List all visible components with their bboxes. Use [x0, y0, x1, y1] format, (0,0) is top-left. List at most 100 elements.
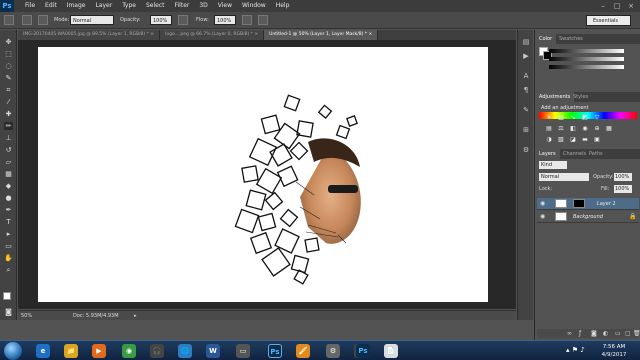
media-player-icon[interactable]: ▶	[92, 344, 106, 358]
posterize-icon[interactable]: ▧	[557, 136, 565, 143]
eye-icon[interactable]: ◉	[540, 200, 545, 207]
airbrush-icon[interactable]	[242, 15, 252, 25]
browser-icon[interactable]: 🌐	[178, 344, 192, 358]
layer-name[interactable]: Background	[573, 214, 603, 220]
delete-layer-icon[interactable]: 🗑	[633, 330, 640, 337]
blur-tool-icon[interactable]: ◆	[4, 182, 13, 190]
tray-icons[interactable]: ▴ ⚑ ♪	[566, 346, 585, 354]
threshold-icon[interactable]: ◪	[569, 136, 577, 143]
photoshop-taskbar-icon[interactable]: Ps	[268, 344, 282, 358]
brightness-contrast-icon[interactable]: ☀	[545, 114, 553, 121]
shape-tool-icon[interactable]: ▭	[4, 242, 13, 250]
lasso-tool-icon[interactable]: ◌	[4, 62, 13, 70]
chrome-icon[interactable]: ◉	[122, 344, 136, 358]
color-slider-b[interactable]	[549, 65, 624, 69]
character-panel-icon[interactable]: A	[521, 72, 531, 80]
clone-source-icon[interactable]: ⊞	[521, 126, 531, 134]
channel-mixer-icon[interactable]: ⊕	[593, 125, 601, 132]
close-icon[interactable]: ×	[254, 32, 258, 37]
eraser-tool-icon[interactable]: ▱	[4, 158, 13, 166]
gradient-tool-icon[interactable]: ▦	[4, 170, 13, 178]
quick-select-tool-icon[interactable]: ✎	[4, 74, 13, 82]
photo-filter-icon[interactable]: ◉	[581, 125, 589, 132]
window-app-icon[interactable]: ▭	[236, 344, 250, 358]
color-slider-g[interactable]	[549, 57, 624, 61]
clone-stamp-tool-icon[interactable]: ⊥	[4, 134, 13, 142]
paragraph-panel-icon[interactable]: ¶	[521, 86, 531, 94]
ie-icon[interactable]: e	[36, 344, 50, 358]
invert-icon[interactable]: ◑	[545, 136, 553, 143]
marquee-tool-icon[interactable]: ⬚	[4, 50, 13, 58]
menu-layer[interactable]: Layer	[90, 0, 117, 12]
gradient-map-icon[interactable]: ▬	[581, 136, 589, 143]
crop-tool-icon[interactable]: ⌗	[4, 86, 13, 94]
menu-type[interactable]: Type	[117, 0, 141, 12]
adjustment-layer-icon[interactable]: ◐	[603, 330, 608, 337]
selective-color-icon[interactable]: ▣	[593, 136, 601, 143]
menu-select[interactable]: Select	[141, 0, 170, 12]
tab-paths[interactable]: Paths	[585, 149, 607, 159]
doc-tab-untitled[interactable]: Untitled-1 @ 50% (Layer 1, Layer Mask/8)…	[264, 30, 379, 40]
hue-saturation-icon[interactable]: ▤	[545, 125, 553, 132]
color-slider-r[interactable]	[549, 49, 624, 53]
dodge-tool-icon[interactable]: ●	[4, 194, 13, 202]
menu-3d[interactable]: 3D	[194, 0, 212, 12]
exposure-icon[interactable]: ◩	[581, 114, 589, 121]
notepad-icon[interactable]: 📄	[384, 344, 398, 358]
system-clock[interactable]: 7:56 AM 4/9/2017	[594, 343, 634, 359]
mode-select[interactable]: Normal	[70, 15, 114, 25]
paint-app-icon[interactable]: 🖌	[296, 344, 310, 358]
add-mask-icon[interactable]: ◙	[591, 330, 597, 337]
close-icon[interactable]: ×	[368, 32, 372, 37]
tool-app-icon[interactable]: ⚙	[326, 344, 340, 358]
history-brush-tool-icon[interactable]: ↺	[4, 146, 13, 154]
brush-panel-icon[interactable]	[38, 15, 48, 25]
foreground-color-swatch[interactable]	[3, 292, 11, 300]
vibrance-icon[interactable]: ▽	[593, 114, 601, 121]
tab-color[interactable]: Color	[535, 34, 557, 44]
tab-styles[interactable]: Styles	[569, 92, 592, 102]
fx-icon[interactable]: ƒ	[579, 330, 581, 337]
layer-row-layer-1[interactable]: ◉ Layer 1	[537, 198, 639, 210]
fill-field[interactable]: 100%	[614, 185, 632, 193]
close-button[interactable]: ×	[624, 0, 638, 12]
tab-layers[interactable]: Layers	[535, 149, 560, 159]
opacity-field[interactable]: 100%	[150, 15, 172, 25]
explorer-icon[interactable]: 📁	[64, 344, 78, 358]
history-panel-icon[interactable]: ▤	[521, 38, 531, 46]
blend-mode-select[interactable]: Normal	[539, 173, 589, 181]
zoom-level[interactable]: 50%	[21, 313, 32, 319]
actions-panel-icon[interactable]: ▶	[521, 52, 531, 60]
new-group-icon[interactable]: ▭	[615, 330, 621, 337]
properties-panel-icon[interactable]: ⚙	[521, 146, 531, 154]
flow-field[interactable]: 100%	[214, 15, 236, 25]
path-select-tool-icon[interactable]: ▸	[4, 230, 13, 238]
brush-presets-icon[interactable]: ✎	[521, 106, 531, 114]
pressure-size-icon[interactable]	[258, 15, 268, 25]
brush-tool-preset-icon[interactable]	[4, 15, 14, 25]
levels-icon[interactable]: ▥	[557, 114, 565, 121]
new-layer-icon[interactable]: ▢	[625, 330, 631, 337]
curves-icon[interactable]: ∿	[569, 114, 577, 121]
eyedropper-tool-icon[interactable]: ⁄	[4, 98, 13, 106]
menu-view[interactable]: View	[213, 0, 237, 12]
menu-filter[interactable]: Filter	[170, 0, 195, 12]
tab-swatches[interactable]: Swatches	[555, 34, 587, 44]
menu-edit[interactable]: Edit	[40, 0, 62, 12]
layer-opacity-field[interactable]: 100%	[614, 173, 632, 181]
black-white-icon[interactable]: ◧	[569, 125, 577, 132]
zoom-tool-icon[interactable]: ⌕	[4, 266, 13, 274]
layer-mask-thumbnail[interactable]	[573, 199, 585, 208]
document-canvas[interactable]	[38, 47, 488, 302]
layer-row-background[interactable]: ◉ Background 🔒	[537, 211, 639, 223]
start-button[interactable]	[4, 342, 22, 360]
pen-tool-icon[interactable]: ✒	[4, 206, 13, 214]
menu-file[interactable]: File	[20, 0, 40, 12]
hand-tool-icon[interactable]: ✋	[4, 254, 13, 262]
minimize-button[interactable]: –	[596, 0, 610, 12]
status-menu-arrow-icon[interactable]: ▸	[134, 313, 137, 319]
eye-icon[interactable]: ◉	[540, 213, 545, 220]
workspace-switcher[interactable]: Essentials	[586, 15, 631, 26]
maximize-button[interactable]: □	[610, 0, 624, 12]
menu-window[interactable]: Window	[237, 0, 271, 12]
